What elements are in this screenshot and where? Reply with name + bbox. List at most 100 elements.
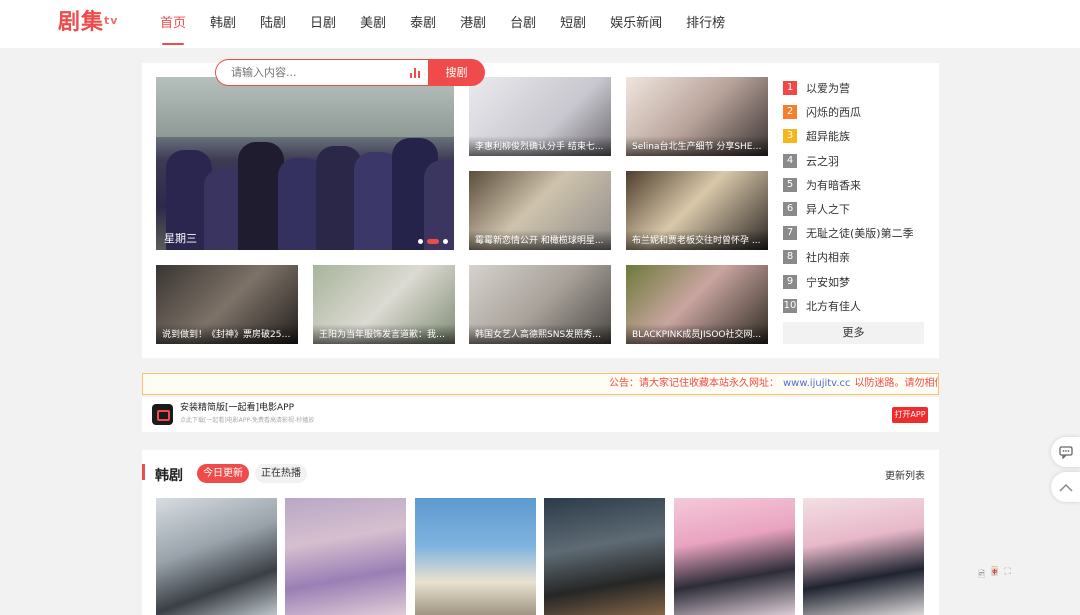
drama-poster[interactable] [544, 498, 665, 615]
rank-item[interactable]: 6 异人之下 [783, 197, 943, 221]
nav-thai[interactable]: 泰剧 [410, 0, 436, 48]
rank-item[interactable]: 9 宁安如梦 [783, 270, 943, 294]
rank-title: 超异能族 [806, 130, 850, 144]
rank-item[interactable]: 1 以爱为营 [783, 76, 943, 100]
nav-taiwan[interactable]: 台剧 [510, 0, 536, 48]
news-card[interactable]: 韩国女艺人高德熙SNS发照秀美貌 [469, 265, 611, 344]
logo-text: 剧集 [58, 10, 105, 35]
rank-number: 5 [783, 177, 797, 192]
carousel-caption: 星期三 [164, 232, 197, 245]
rank-title: 异人之下 [806, 203, 850, 217]
nav-ranking[interactable]: 排行榜 [686, 0, 725, 48]
rank-number: 10 [783, 298, 797, 313]
news-title: 说到做到！《封神》票房破25亿... [156, 324, 298, 344]
site-logo[interactable]: 剧集tv [58, 9, 118, 37]
carousel-dot[interactable] [443, 239, 448, 244]
notice-url[interactable]: www.ijujitv.cc [783, 378, 851, 389]
top-header: 剧集tv 首页 韩剧 陆剧 日剧 美剧 泰剧 港剧 台剧 短剧 娱乐新闻 排行榜 [0, 0, 1080, 48]
news-title: Selina台北生产细节 分享SHE姐... [626, 136, 768, 156]
logo-suffix: tv [104, 14, 119, 27]
news-title: 韩国女艺人高德熙SNS发照秀美貌 [469, 324, 611, 344]
news-title: BLACKPINK成员JISOO社交网... [626, 324, 768, 344]
rank-number: 7 [783, 226, 797, 241]
nav-korean[interactable]: 韩剧 [210, 0, 236, 48]
rank-number: 6 [783, 202, 797, 217]
ranking-list: 1 以爱为营 2 闪烁的西瓜 3 超异能族 4 云之羽 5 为有暗香来 6 异人之下 7 无耻… [783, 76, 943, 318]
rank-item[interactable]: 2 闪烁的西瓜 [783, 100, 943, 124]
chevron-up-icon [1058, 483, 1073, 492]
rank-title: 无耻之徒(美版)第二季 [806, 227, 914, 241]
tab-now-airing[interactable]: 正在热播 [255, 464, 307, 483]
drama-poster[interactable] [285, 498, 406, 615]
floating-tools: 🖻 🀄 ⛶ [978, 567, 1011, 583]
rank-number: 4 [783, 153, 797, 168]
search-bar: 搜剧 [215, 59, 485, 86]
rank-item[interactable]: 8 社内相亲 [783, 245, 943, 269]
news-card[interactable]: BLACKPINK成员JISOO社交网... [626, 265, 768, 344]
rank-item[interactable]: 3 超异能族 [783, 124, 943, 148]
update-list-link[interactable]: 更新列表 [885, 467, 925, 482]
app-banner-subtitle: 点此下载[一起看]电影APP-免费看高清影视-秒播放 [180, 417, 315, 424]
nav-japanese[interactable]: 日剧 [310, 0, 336, 48]
feedback-button[interactable] [1051, 437, 1080, 467]
app-logo-icon [152, 404, 173, 425]
drama-poster[interactable] [156, 498, 277, 615]
carousel-slide[interactable]: 星期三 [156, 77, 454, 250]
nav-american[interactable]: 美剧 [360, 0, 386, 48]
news-card[interactable]: 王阳为当年服饰发言道歉：我的... [313, 265, 455, 344]
korean-drama-section: 韩剧 今日更新 正在热播 更新列表 [142, 450, 939, 615]
rank-item[interactable]: 7 无耻之徒(美版)第二季 [783, 221, 943, 245]
drama-poster[interactable] [415, 498, 536, 615]
news-card[interactable]: 李惠利柳俊烈确认分手 结束七... [469, 77, 611, 156]
nav-hongkong[interactable]: 港剧 [460, 0, 486, 48]
carousel-dot[interactable] [418, 239, 423, 244]
expand-icon[interactable]: ⛶ [1004, 567, 1010, 583]
rank-title: 云之羽 [806, 154, 839, 168]
carousel-dots [418, 239, 448, 244]
nav-short[interactable]: 短剧 [560, 0, 586, 48]
ranking-more-button[interactable]: 更多 [783, 322, 924, 344]
rank-number: 9 [783, 274, 797, 289]
carousel-dot-active[interactable] [427, 239, 439, 244]
rank-title: 宁安如梦 [806, 275, 850, 289]
section-accent-bar [142, 464, 145, 480]
news-card[interactable]: 霉霉新恋情公开 和橄榄球明星... [469, 171, 611, 250]
rank-number: 2 [783, 105, 797, 120]
news-card[interactable]: 布兰妮和贾老板交往时曾怀孕 ... [626, 171, 768, 250]
rank-item[interactable]: 4 云之羽 [783, 149, 943, 173]
rank-title: 社内相亲 [806, 251, 850, 265]
open-app-button[interactable]: 打开APP [892, 407, 928, 423]
notice-text: 公告：请大家记住收藏本站永久网址： www.ijujitv.cc 以防迷路。请勿相信 [609, 374, 939, 394]
notice-bar: 公告：请大家记住收藏本站永久网址： www.ijujitv.cc 以防迷路。请勿相信 [142, 373, 939, 395]
nav-mainland[interactable]: 陆剧 [260, 0, 286, 48]
rank-item[interactable]: 5 为有暗香来 [783, 173, 943, 197]
rank-item[interactable]: 10 北方有佳人 [783, 294, 943, 318]
search-button[interactable]: 搜剧 [428, 59, 485, 86]
rank-title: 北方有佳人 [806, 299, 861, 313]
notice-suffix: 以防迷路。请勿相信 [854, 378, 939, 389]
nav-home[interactable]: 首页 [160, 0, 186, 48]
translate-icon[interactable]: 🀄 [989, 567, 1000, 583]
news-card[interactable]: 说到做到！《封神》票房破25亿... [156, 265, 298, 344]
chat-icon [1058, 445, 1073, 459]
image-icon[interactable]: 🖻 [978, 567, 985, 583]
search-input[interactable] [216, 60, 396, 85]
tab-today-update[interactable]: 今日更新 [197, 464, 249, 483]
section-title: 韩剧 [155, 468, 183, 484]
app-banner-title: 安装精简版[一起看]电影APP [180, 403, 295, 413]
rank-title: 以爱为营 [806, 82, 850, 96]
drama-poster[interactable] [674, 498, 795, 615]
nav-ent-news[interactable]: 娱乐新闻 [610, 0, 662, 48]
app-download-banner[interactable]: 安装精简版[一起看]电影APP 点此下载[一起看]电影APP-免费看高清影视-秒… [142, 397, 939, 432]
rank-title: 闪烁的西瓜 [806, 106, 861, 120]
hot-search-icon[interactable] [410, 68, 420, 78]
rank-number: 1 [783, 81, 797, 96]
news-card[interactable]: Selina台北生产细节 分享SHE姐... [626, 77, 768, 156]
back-to-top-button[interactable] [1051, 472, 1080, 502]
search-box [215, 59, 428, 86]
news-title: 霉霉新恋情公开 和橄榄球明星... [469, 230, 611, 250]
news-title: 李惠利柳俊烈确认分手 结束七... [469, 136, 611, 156]
main-nav: 首页 韩剧 陆剧 日剧 美剧 泰剧 港剧 台剧 短剧 娱乐新闻 排行榜 [160, 0, 749, 48]
rank-number: 3 [783, 129, 797, 144]
drama-poster[interactable] [803, 498, 924, 615]
